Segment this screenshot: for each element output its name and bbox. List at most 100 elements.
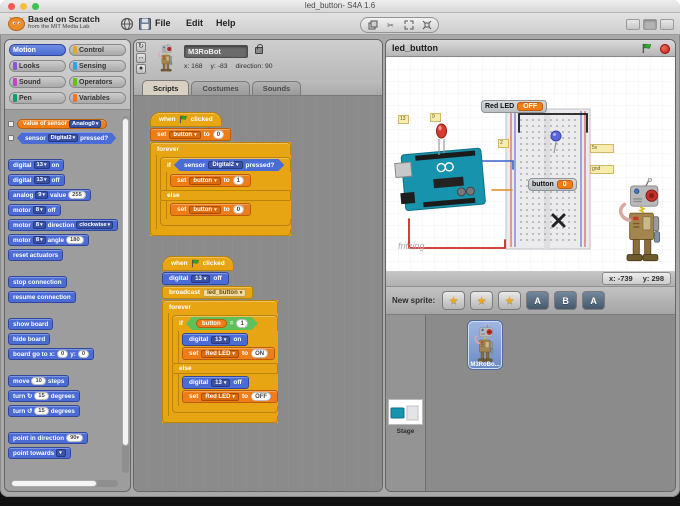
value-input[interactable]: 1: [236, 319, 247, 328]
tab-sounds[interactable]: Sounds: [252, 81, 302, 95]
value-input[interactable]: 90: [66, 434, 83, 442]
scrollbar-thumb[interactable]: [122, 118, 129, 446]
block-if-else[interactable]: if sensor Digital2 pressed?: [160, 157, 291, 226]
watcher-checkbox[interactable]: [8, 121, 14, 127]
surprise-sprite-button[interactable]: ★: [498, 291, 521, 310]
value-input[interactable]: 15: [34, 392, 48, 400]
stop-button[interactable]: [660, 44, 670, 54]
menu-help[interactable]: Help: [216, 18, 236, 28]
block-broadcast[interactable]: broadcast led_button: [162, 286, 253, 299]
lock-icon[interactable]: [255, 47, 263, 54]
palette-block[interactable]: motor8directionclockwise: [8, 219, 127, 231]
scrollbar-thumb[interactable]: [11, 480, 97, 487]
dropdown[interactable]: 13: [34, 161, 50, 169]
rotate-style-button[interactable]: ↻: [136, 42, 146, 52]
value-input[interactable]: 0: [78, 350, 89, 358]
category-motion[interactable]: Motion: [9, 44, 66, 56]
block-set-variable[interactable]: set button to 1: [170, 174, 251, 187]
block-set-variable[interactable]: set Red LED to ON: [182, 347, 275, 360]
sprite-extra-button-c[interactable]: A: [582, 291, 605, 310]
value-input[interactable]: 1: [233, 176, 244, 185]
pin-dropdown[interactable]: 13: [211, 379, 230, 387]
category-variables[interactable]: Variables: [69, 92, 126, 104]
menu-file[interactable]: File: [155, 18, 171, 28]
small-stage-view-button[interactable]: [626, 19, 640, 30]
category-pen[interactable]: Pen: [9, 92, 66, 104]
block-set-variable[interactable]: set button to 0: [150, 128, 231, 141]
palette-block[interactable]: move10steps: [8, 375, 127, 387]
value-input[interactable]: OFF: [251, 392, 271, 401]
broadcast-dropdown[interactable]: led_button: [203, 289, 246, 297]
value-input[interactable]: ON: [251, 349, 268, 358]
dropdown[interactable]: Analog0: [69, 120, 101, 128]
value-input[interactable]: 255: [68, 191, 86, 199]
palette-vertical-scrollbar[interactable]: [122, 116, 129, 473]
sprite-extra-button-a[interactable]: A: [526, 291, 549, 310]
dropdown[interactable]: 13: [34, 176, 50, 184]
palette-block[interactable]: point towards: [8, 447, 127, 459]
no-rotate-style-button[interactable]: ●: [136, 64, 146, 74]
category-looks[interactable]: Looks: [9, 60, 66, 72]
scripts-area[interactable]: when clicked set button to 0 forever: [134, 96, 382, 491]
palette-block[interactable]: digital13off: [8, 174, 127, 186]
language-globe-icon[interactable]: [120, 17, 134, 31]
block-digital-off[interactable]: digital 13 off: [162, 272, 229, 285]
tab-scripts[interactable]: Scripts: [142, 80, 189, 95]
palette-block[interactable]: turn ↻15degrees: [8, 390, 127, 402]
dropdown[interactable]: 9: [35, 191, 48, 199]
variable-dropdown[interactable]: button: [189, 206, 220, 214]
green-flag-button[interactable]: [641, 43, 653, 54]
category-operators[interactable]: Operators: [69, 76, 126, 88]
palette-block[interactable]: point in direction90: [8, 432, 127, 444]
block-when-flag-clicked[interactable]: when clicked: [150, 112, 222, 127]
palette-block[interactable]: turn ↺15degrees: [8, 405, 127, 417]
variable-reporter[interactable]: button: [196, 319, 227, 328]
left-right-style-button[interactable]: ↔: [136, 53, 146, 63]
palette-block[interactable]: board go to x:0y:0: [8, 348, 127, 360]
paint-new-sprite-button[interactable]: ★: [442, 291, 465, 310]
block-equals-operator[interactable]: button = 1: [186, 317, 258, 330]
dropdown[interactable]: 8: [33, 236, 46, 244]
shrink-sprite-tool-button[interactable]: [419, 19, 434, 31]
dropdown[interactable]: clockwise: [76, 221, 113, 229]
sensor-dropdown[interactable]: Digital2: [208, 161, 242, 169]
block-set-variable[interactable]: set Red LED to OFF: [182, 390, 278, 403]
pin-dropdown[interactable]: 13: [191, 275, 210, 283]
duplicate-stamp-tool-button[interactable]: [365, 19, 380, 31]
palette-block[interactable]: analog9value255: [8, 189, 127, 201]
block-forever[interactable]: forever if button = 1: [162, 300, 278, 423]
value-input[interactable]: 0: [233, 205, 244, 214]
block-set-variable[interactable]: set button to 0: [170, 203, 251, 216]
sprite-card-selected[interactable]: M3RoBo...: [468, 321, 502, 369]
palette-block[interactable]: value of sensorAnalog0: [8, 119, 127, 129]
palette-block[interactable]: show board: [8, 318, 127, 330]
variable-dropdown[interactable]: Red LED: [201, 393, 239, 401]
cut-scissors-tool-button[interactable]: ✂: [383, 19, 398, 31]
palette-block[interactable]: resume connection: [8, 291, 127, 303]
value-input[interactable]: 180: [66, 236, 84, 244]
palette-horizontal-scrollbar[interactable]: [10, 480, 118, 487]
block-when-flag-clicked[interactable]: when clicked: [162, 256, 234, 271]
presentation-mode-button[interactable]: [660, 19, 674, 30]
dropdown[interactable]: 8: [33, 221, 46, 229]
watcher-checkbox[interactable]: [8, 135, 14, 141]
palette-block[interactable]: digital13on: [8, 159, 127, 171]
category-sound[interactable]: Sound: [9, 76, 66, 88]
value-input[interactable]: 0: [57, 350, 68, 358]
palette-block[interactable]: reset actuators: [8, 249, 127, 261]
stage-thumbnail[interactable]: [388, 399, 423, 425]
palette-block[interactable]: motor8off: [8, 204, 127, 216]
value-input[interactable]: 0: [213, 130, 224, 139]
sprite-name-field[interactable]: M3RoBot: [184, 45, 248, 58]
sprite-extra-button-b[interactable]: B: [554, 291, 577, 310]
watcher-red-led[interactable]: Red LED OFF: [481, 100, 547, 113]
open-sprite-button[interactable]: ★: [470, 291, 493, 310]
palette-block[interactable]: hide board: [8, 333, 127, 345]
dropdown[interactable]: [56, 449, 66, 457]
palette-block[interactable]: stop connection: [8, 276, 127, 288]
menu-edit[interactable]: Edit: [186, 18, 203, 28]
variable-dropdown[interactable]: Red LED: [201, 350, 239, 358]
value-input[interactable]: 10: [31, 377, 45, 385]
block-if-else[interactable]: if button = 1: [172, 315, 278, 413]
palette-block[interactable]: sensorDigital2pressed?: [8, 132, 127, 144]
